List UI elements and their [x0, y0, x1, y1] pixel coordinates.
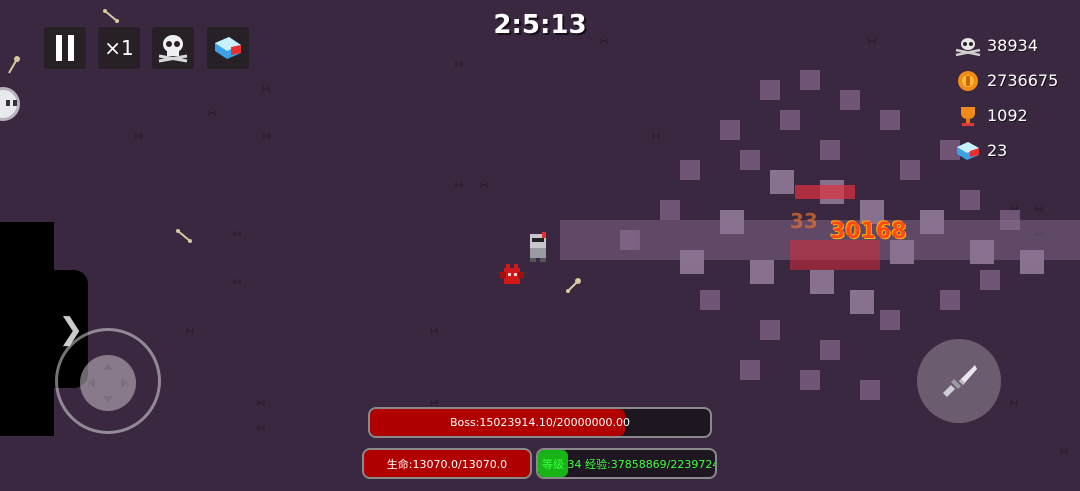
- magnet-icon: [955, 139, 981, 163]
- kills-stat: 38934: [955, 28, 1058, 63]
- kills-count: 38934: [987, 36, 1038, 55]
- left-side-panel: [0, 222, 54, 436]
- magnets-count: 23: [987, 141, 1008, 160]
- bone-pickup: [8, 56, 20, 74]
- player-health-label: 生命:13070.0/13070.0: [386, 457, 508, 471]
- boss-health-label: Boss:15023914.10/20000000.00: [449, 416, 631, 429]
- game-timer: 2:5:13: [493, 10, 587, 40]
- stats-panel: 38934 2736675 1092 23: [955, 28, 1058, 168]
- damage-number-ghost: 33: [790, 209, 818, 233]
- coin-icon: [955, 69, 981, 93]
- bone-pickup: [176, 229, 192, 243]
- red-demon-enemy: [500, 264, 524, 284]
- player-health-bar: 生命:13070.0/13070.0: [362, 448, 532, 479]
- magnets-stat: 23: [955, 133, 1058, 168]
- skull-icon: [955, 34, 981, 58]
- coins-count: 2736675: [987, 71, 1059, 90]
- joystick-knob[interactable]: [80, 355, 136, 411]
- trophies-stat: 1092: [955, 98, 1058, 133]
- dpad-arrows-icon: [88, 363, 128, 403]
- coins-stat: 2736675: [955, 63, 1058, 98]
- experience-label: 等级 34 经验:37858869/223972486: [542, 457, 717, 471]
- sword-icon: [943, 365, 977, 397]
- trophy-icon: [955, 104, 981, 128]
- trophies-count: 1092: [987, 106, 1028, 125]
- player-knight: [530, 232, 546, 262]
- attack-button[interactable]: [917, 339, 1001, 423]
- experience-bar: 等级 34 经验:37858869/223972486: [536, 448, 717, 479]
- damage-number: 30168: [830, 219, 907, 244]
- boss-health-bar: Boss:15023914.10/20000000.00: [368, 407, 712, 438]
